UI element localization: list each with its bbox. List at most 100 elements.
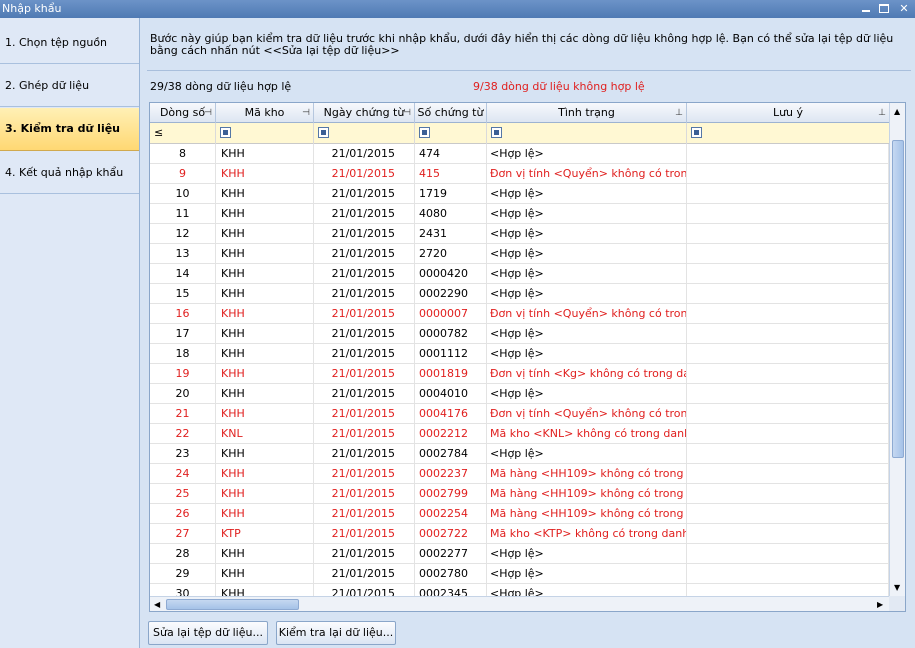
cell-note[interactable] [687, 524, 889, 544]
cell-doc-no[interactable]: 2720 [415, 244, 487, 264]
cell-status[interactable]: <Hợp lệ> [487, 564, 687, 584]
table-row[interactable]: 8 KHH 21/01/2015 474 <Hợp lệ> [150, 144, 889, 164]
cell-warehouse[interactable]: KHH [216, 224, 314, 244]
cell-note[interactable] [687, 264, 889, 284]
cell-status[interactable]: Mã kho <KTP> không có trong danh... [487, 524, 687, 544]
table-row[interactable]: 30 KHH 21/01/2015 0002345 <Hợp lệ> [150, 584, 889, 596]
cell-note[interactable] [687, 444, 889, 464]
cell-warehouse[interactable]: KHH [216, 284, 314, 304]
cell-note[interactable] [687, 304, 889, 324]
cell-date[interactable]: 21/01/2015 [314, 564, 415, 584]
cell-date[interactable]: 21/01/2015 [314, 524, 415, 544]
column-header-date[interactable]: Ngày chứng từ ⊣ [314, 103, 415, 123]
cell-note[interactable] [687, 224, 889, 244]
cell-warehouse[interactable]: KHH [216, 444, 314, 464]
maximize-button[interactable] [876, 2, 892, 16]
table-row[interactable]: 20 KHH 21/01/2015 0004010 <Hợp lệ> [150, 384, 889, 404]
table-row[interactable]: 26 KHH 21/01/2015 0002254 Mã hàng <HH109> kh… [150, 504, 889, 524]
cell-line[interactable]: 15 [150, 284, 216, 304]
cell-status[interactable]: Đơn vị tính <Quyển> không có trong... [487, 164, 687, 184]
cell-doc-no[interactable]: 0002212 [415, 424, 487, 444]
table-row[interactable]: 9 KHH 21/01/2015 415 Đơn vị tính <Quyển> khô… [150, 164, 889, 184]
table-row[interactable]: 11 KHH 21/01/2015 4080 <Hợp lệ> [150, 204, 889, 224]
table-row[interactable]: 12 KHH 21/01/2015 2431 <Hợp lệ> [150, 224, 889, 244]
cell-status[interactable]: <Hợp lệ> [487, 184, 687, 204]
cell-doc-no[interactable]: 0000420 [415, 264, 487, 284]
recheck-data-button[interactable]: Kiểm tra lại dữ liệu... [276, 621, 396, 645]
table-row[interactable]: 16 KHH 21/01/2015 0000007 Đơn vị tính <Quyển… [150, 304, 889, 324]
pin-icon[interactable]: ⊣ [204, 103, 212, 123]
table-row[interactable]: 15 KHH 21/01/2015 0002290 <Hợp lệ> [150, 284, 889, 304]
cell-warehouse[interactable]: KHH [216, 204, 314, 224]
step-import-result[interactable]: 4. Kết quả nhập khẩu [0, 152, 139, 194]
cell-line[interactable]: 23 [150, 444, 216, 464]
cell-date[interactable]: 21/01/2015 [314, 224, 415, 244]
cell-warehouse[interactable]: KHH [216, 144, 314, 164]
cell-warehouse[interactable]: KNL [216, 424, 314, 444]
table-row[interactable]: 10 KHH 21/01/2015 1719 <Hợp lệ> [150, 184, 889, 204]
cell-line[interactable]: 16 [150, 304, 216, 324]
table-row[interactable]: 27 KTP 21/01/2015 0002722 Mã kho <KTP> không… [150, 524, 889, 544]
cell-warehouse[interactable]: KHH [216, 164, 314, 184]
cell-warehouse[interactable]: KHH [216, 464, 314, 484]
cell-status[interactable]: Đơn vị tính <Kg> không có trong dan... [487, 364, 687, 384]
cell-date[interactable]: 21/01/2015 [314, 344, 415, 364]
cell-warehouse[interactable]: KHH [216, 184, 314, 204]
step-choose-source[interactable]: 1. Chọn tệp nguồn [0, 22, 139, 64]
cell-doc-no[interactable]: 2431 [415, 224, 487, 244]
cell-note[interactable] [687, 584, 889, 596]
fix-file-button[interactable]: Sửa lại tệp dữ liệu... [148, 621, 268, 645]
cell-note[interactable] [687, 164, 889, 184]
filter-cell-line[interactable]: ≤ [150, 123, 216, 144]
cell-note[interactable] [687, 144, 889, 164]
table-row[interactable]: 22 KNL 21/01/2015 0002212 Mã kho <KNL> không… [150, 424, 889, 444]
cell-status[interactable]: Mã kho <KNL> không có trong danh... [487, 424, 687, 444]
cell-warehouse[interactable]: KHH [216, 544, 314, 564]
cell-line[interactable]: 26 [150, 504, 216, 524]
cell-warehouse[interactable]: KHH [216, 404, 314, 424]
column-header-line[interactable]: Dòng số ⊣ [150, 103, 216, 123]
cell-note[interactable] [687, 464, 889, 484]
scroll-right-icon[interactable]: ▶ [877, 600, 883, 609]
vertical-scrollbar[interactable]: ▲ ▼ [889, 103, 905, 596]
cell-line[interactable]: 21 [150, 404, 216, 424]
cell-doc-no[interactable]: 0002722 [415, 524, 487, 544]
cell-note[interactable] [687, 324, 889, 344]
cell-doc-no[interactable]: 0002254 [415, 504, 487, 524]
cell-note[interactable] [687, 424, 889, 444]
filter-icon[interactable] [318, 127, 329, 138]
scroll-down-icon[interactable]: ▼ [894, 583, 900, 592]
horizontal-scroll-thumb[interactable] [166, 599, 299, 610]
filter-cell-warehouse[interactable] [216, 123, 314, 144]
cell-date[interactable]: 21/01/2015 [314, 184, 415, 204]
cell-date[interactable]: 21/01/2015 [314, 444, 415, 464]
cell-date[interactable]: 21/01/2015 [314, 384, 415, 404]
step-map-data[interactable]: 2. Ghép dữ liệu [0, 65, 139, 107]
horizontal-scrollbar[interactable]: ◀ ▶ [150, 596, 889, 611]
filter-cell-note[interactable] [687, 123, 889, 144]
cell-status[interactable]: <Hợp lệ> [487, 444, 687, 464]
filter-cell-date[interactable] [314, 123, 415, 144]
table-row[interactable]: 19 KHH 21/01/2015 0001819 Đơn vị tính <Kg> k… [150, 364, 889, 384]
cell-note[interactable] [687, 344, 889, 364]
scroll-left-icon[interactable]: ◀ [154, 600, 160, 609]
cell-warehouse[interactable]: KHH [216, 564, 314, 584]
cell-line[interactable]: 18 [150, 344, 216, 364]
cell-doc-no[interactable]: 474 [415, 144, 487, 164]
vertical-scroll-thumb[interactable] [892, 140, 904, 458]
cell-date[interactable]: 21/01/2015 [314, 204, 415, 224]
cell-note[interactable] [687, 544, 889, 564]
cell-note[interactable] [687, 384, 889, 404]
cell-date[interactable]: 21/01/2015 [314, 264, 415, 284]
cell-line[interactable]: 10 [150, 184, 216, 204]
cell-line[interactable]: 9 [150, 164, 216, 184]
filter-icon[interactable] [491, 127, 502, 138]
cell-date[interactable]: 21/01/2015 [314, 324, 415, 344]
cell-doc-no[interactable]: 0002277 [415, 544, 487, 564]
cell-doc-no[interactable]: 0002784 [415, 444, 487, 464]
minimize-button[interactable] [858, 2, 874, 16]
cell-status[interactable]: <Hợp lệ> [487, 344, 687, 364]
cell-line[interactable]: 24 [150, 464, 216, 484]
cell-warehouse[interactable]: KHH [216, 364, 314, 384]
cell-doc-no[interactable]: 0002237 [415, 464, 487, 484]
